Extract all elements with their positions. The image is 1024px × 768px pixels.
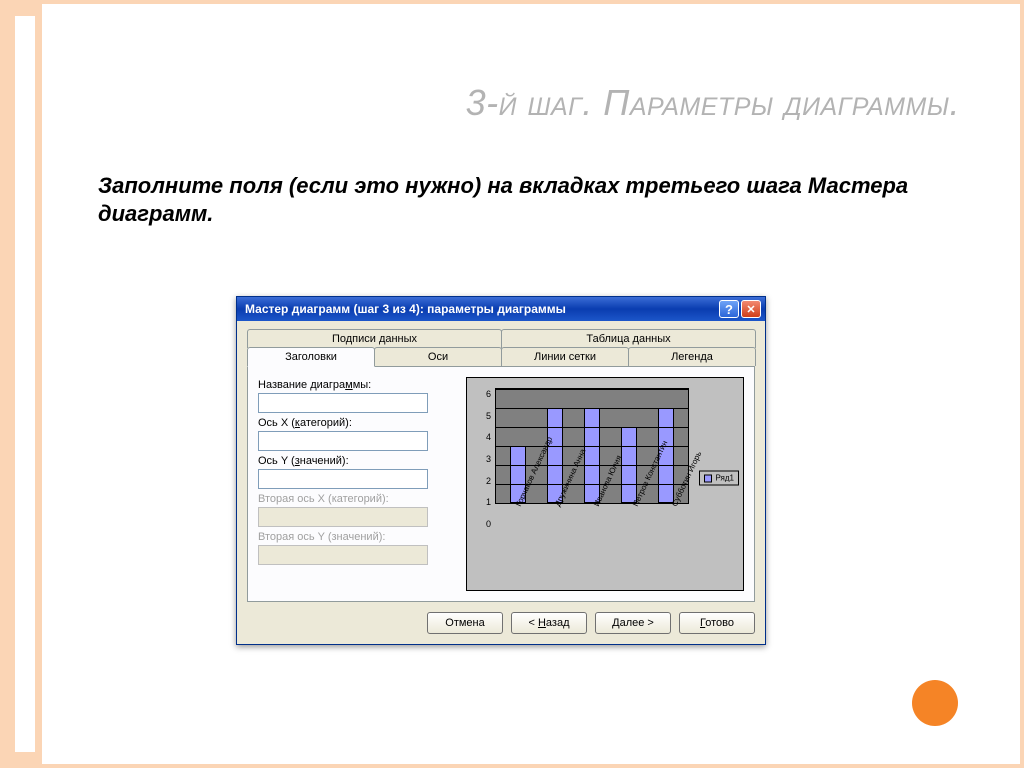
label-x2-axis: Вторая ось X (категорий): [258,493,458,505]
input-y-axis[interactable] [258,469,428,489]
dialog-button-row: Отмена < Назад Далее > Готово [247,612,755,634]
slide-body-text: Заполните поля (если это нужно) на вклад… [98,172,920,227]
tab-axes[interactable]: Оси [374,347,502,366]
tab-data-table[interactable]: Таблица данных [501,329,756,348]
back-button[interactable]: < Назад [511,612,587,634]
input-x2-axis [258,507,428,527]
label-y2-axis: Вторая ось Y (значений): [258,531,458,543]
label-y-axis: Ось Y (значений): [258,455,458,467]
dialog-title: Мастер диаграмм (шаг 3 из 4): параметры … [245,302,719,316]
left-stripe [0,4,42,764]
tab-panel-titles: Название диаграммы: Ось X (категорий): О… [247,366,755,602]
finish-button[interactable]: Готово [679,612,755,634]
tab-legend[interactable]: Легенда [628,347,756,366]
dialog-titlebar[interactable]: Мастер диаграмм (шаг 3 из 4): параметры … [237,297,765,321]
slide: 3-й шаг. Параметры диаграммы. Заполните … [0,0,1024,768]
decorative-circle [912,680,958,726]
legend-swatch [704,474,712,482]
next-button[interactable]: Далее > [595,612,671,634]
input-y2-axis [258,545,428,565]
tab-titles[interactable]: Заголовки [247,347,375,367]
chart-wizard-dialog: Мастер диаграмм (шаг 3 из 4): параметры … [236,296,766,645]
help-icon: ? [725,302,733,317]
tab-data-labels[interactable]: Подписи данных [247,329,502,348]
legend-label: Ряд1 [715,474,734,483]
slide-title: 3-й шаг. Параметры диаграммы. [98,82,960,124]
label-x-axis: Ось X (категорий): [258,417,458,429]
input-x-axis[interactable] [258,431,428,451]
close-icon: ✕ [746,303,755,316]
chart-preview: 0123456 Горчаков АлександрДружинина Анна… [466,377,744,591]
left-stripe-inner [15,16,35,752]
label-chart-title: Название диаграммы: [258,379,458,391]
x-axis-categories: Горчаков АлександрДружинина АннаИванова … [495,504,689,586]
input-chart-title[interactable] [258,393,428,413]
tab-gridlines[interactable]: Линии сетки [501,347,629,366]
close-button[interactable]: ✕ [741,300,761,318]
help-button[interactable]: ? [719,300,739,318]
fields-column: Название диаграммы: Ось X (категорий): О… [258,377,458,591]
cancel-button[interactable]: Отмена [427,612,503,634]
chart-legend: Ряд1 [699,471,739,486]
